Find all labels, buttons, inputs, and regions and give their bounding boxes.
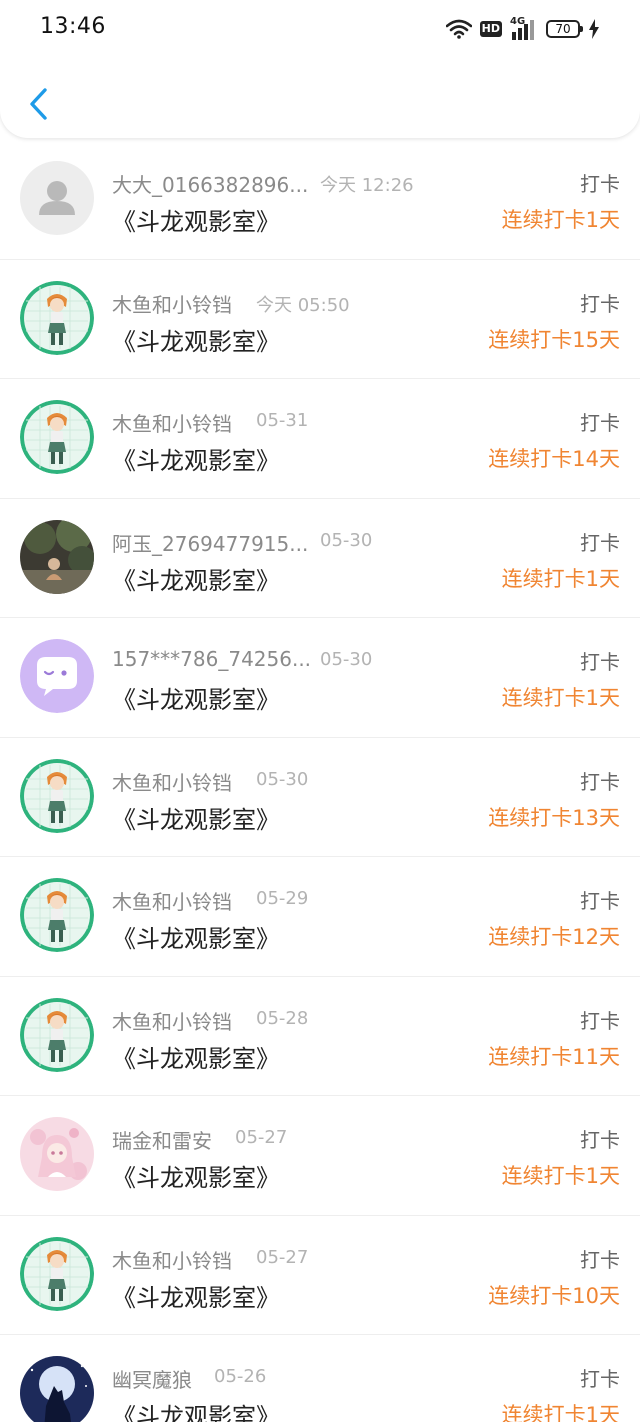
- checkin-label: 打卡: [580, 1247, 620, 1272]
- checkin-record-page: 13:46 HD 4G 70 大大_0166382896... 今天 12:26…: [0, 0, 640, 1422]
- streak-label: 连续打卡13天: [488, 805, 620, 830]
- streak-label: 连续打卡15天: [488, 327, 620, 352]
- checkin-label: 打卡: [580, 172, 620, 196]
- anime-girl-avatar[interactable]: [20, 1236, 94, 1311]
- post-time: 05-28: [256, 1007, 309, 1029]
- status-icons: HD 4G 70: [445, 16, 600, 42]
- checkin-item[interactable]: 木鱼和小铃铛 05-29 《斗龙观影室》 打卡 连续打卡12天: [0, 857, 640, 977]
- charging-icon: [589, 19, 599, 39]
- group-title: 《斗龙观影室》: [112, 925, 280, 953]
- streak-label: 连续打卡1天: [501, 566, 620, 591]
- checkin-label: 打卡: [580, 650, 620, 674]
- battery-level: 70: [555, 22, 571, 36]
- streak-label: 连续打卡1天: [501, 686, 620, 710]
- group-title: 《斗龙观影室》: [112, 1403, 280, 1422]
- checkin-item[interactable]: 木鱼和小铃铛 05-27 《斗龙观影室》 打卡 连续打卡10天: [0, 1216, 640, 1335]
- checkin-item[interactable]: 瑞金和雷安 05-27 《斗龙观影室》 打卡 连续打卡1天: [0, 1096, 640, 1216]
- checkin-item[interactable]: 木鱼和小铃铛 05-28 《斗龙观影室》 打卡 连续打卡11天: [0, 977, 640, 1096]
- battery-icon: 70: [546, 20, 583, 38]
- checkin-item[interactable]: 阿玉_2769477915... 05-30 《斗龙观影室》 打卡 连续打卡1天: [0, 499, 640, 618]
- user-name: 幽冥魔狼: [112, 1368, 192, 1392]
- checkin-label: 打卡: [580, 291, 620, 316]
- streak-label: 连续打卡11天: [488, 1044, 620, 1069]
- user-name: 木鱼和小铃铛: [112, 1248, 232, 1273]
- checkin-item[interactable]: 木鱼和小铃铛 今天 05:50 《斗龙观影室》 打卡 连续打卡15天: [0, 260, 640, 379]
- streak-label: 连续打卡12天: [488, 925, 620, 949]
- group-title: 《斗龙观影室》: [112, 208, 280, 236]
- user-name: 阿玉_2769477915...: [112, 531, 309, 556]
- checkin-label: 打卡: [580, 769, 620, 794]
- group-title: 《斗龙观影室》: [112, 447, 280, 475]
- header: 13:46 HD 4G 70: [0, 0, 640, 138]
- post-time: 05-27: [256, 1246, 309, 1268]
- post-time: 今天 05:50: [256, 294, 350, 316]
- checkin-item[interactable]: 木鱼和小铃铛 05-31 《斗龙观影室》 打卡 连续打卡14天: [0, 379, 640, 499]
- status-bar: 13:46 HD 4G 70: [0, 0, 640, 56]
- checkin-item[interactable]: 幽冥魔狼 05-26 《斗龙观影室》 打卡 连续打卡1天: [0, 1335, 640, 1422]
- group-title: 《斗龙观影室》: [112, 566, 280, 595]
- anime-girl-avatar[interactable]: [20, 758, 94, 833]
- anime-girl-avatar[interactable]: [20, 280, 94, 355]
- post-time: 05-31: [256, 410, 309, 431]
- photo-avatar[interactable]: [20, 519, 94, 594]
- checkin-label: 打卡: [580, 1008, 620, 1033]
- hd-icon: HD: [479, 21, 502, 37]
- checkin-label: 打卡: [580, 1128, 620, 1152]
- anime-girl-avatar[interactable]: [20, 878, 94, 952]
- checkin-label: 打卡: [580, 411, 620, 435]
- checkin-item[interactable]: 木鱼和小铃铛 05-30 《斗龙观影室》 打卡 连续打卡13天: [0, 738, 640, 857]
- streak-label: 连续打卡10天: [488, 1283, 620, 1308]
- post-time: 05-29: [256, 888, 309, 909]
- user-name: 木鱼和小铃铛: [112, 1009, 232, 1034]
- user-name: 木鱼和小铃铛: [112, 770, 232, 795]
- streak-label: 连续打卡1天: [501, 1403, 620, 1422]
- checkin-label: 打卡: [580, 889, 620, 913]
- post-time: 05-30: [256, 768, 309, 790]
- streak-label: 连续打卡1天: [501, 208, 620, 232]
- back-button[interactable]: [18, 80, 58, 128]
- user-name: 木鱼和小铃铛: [112, 890, 232, 914]
- group-title: 《斗龙观影室》: [112, 1283, 280, 1312]
- checkin-list: 大大_0166382896... 今天 12:26 《斗龙观影室》 打卡 连续打…: [0, 140, 640, 1422]
- group-title: 《斗龙观影室》: [112, 327, 280, 356]
- user-name: 木鱼和小铃铛: [112, 412, 232, 436]
- signal-icon: 4G: [510, 16, 538, 40]
- user-name: 木鱼和小铃铛: [112, 292, 232, 317]
- group-title: 《斗龙观影室》: [112, 1164, 280, 1192]
- user-name: 大大_0166382896...: [112, 173, 309, 197]
- post-time: 今天 12:26: [320, 175, 414, 196]
- post-time: 05-27: [235, 1127, 288, 1148]
- user-name: 瑞金和雷安: [112, 1129, 212, 1153]
- checkin-item[interactable]: 157***786_74256... 05-30 《斗龙观影室》 打卡 连续打卡…: [0, 618, 640, 738]
- checkin-label: 打卡: [580, 530, 620, 555]
- group-title: 《斗龙观影室》: [112, 686, 280, 714]
- checkin-label: 打卡: [580, 1367, 620, 1391]
- status-time: 13:46: [40, 14, 106, 39]
- group-title: 《斗龙观影室》: [112, 805, 280, 834]
- anime-girl-avatar[interactable]: [20, 400, 94, 474]
- streak-label: 连续打卡14天: [488, 447, 620, 471]
- wolf-moon-avatar[interactable]: [20, 1356, 94, 1422]
- checkin-item[interactable]: 大大_0166382896... 今天 12:26 《斗龙观影室》 打卡 连续打…: [0, 140, 640, 260]
- streak-label: 连续打卡1天: [501, 1164, 620, 1188]
- user-name: 157***786_74256...: [112, 647, 312, 671]
- anime-girl-avatar[interactable]: [20, 997, 94, 1072]
- default-avatar-icon[interactable]: [20, 161, 94, 235]
- pink-anime-avatar[interactable]: [20, 1117, 94, 1191]
- wifi-icon: [445, 19, 472, 39]
- post-time: 05-30: [320, 529, 373, 551]
- group-title: 《斗龙观影室》: [112, 1044, 280, 1073]
- post-time: 05-26: [214, 1366, 267, 1387]
- post-time: 05-30: [320, 649, 373, 670]
- chevron-left-icon: [30, 88, 47, 120]
- chat-bubble-avatar[interactable]: [20, 639, 94, 713]
